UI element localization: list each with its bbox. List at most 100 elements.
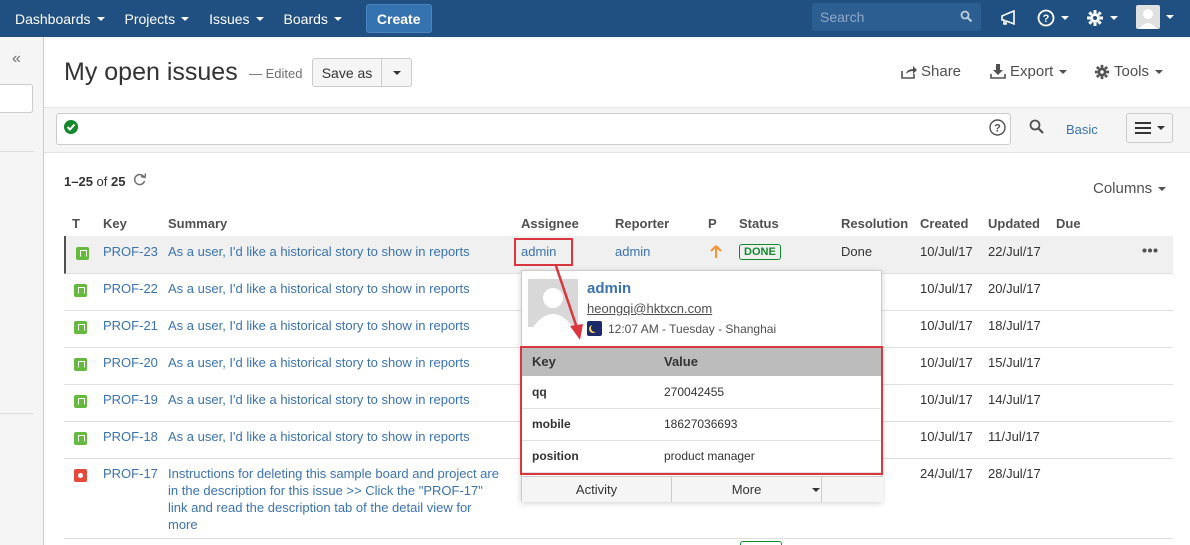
avatar	[1136, 5, 1160, 29]
column-header-status[interactable]: Status	[739, 216, 779, 231]
nav-issues-label: Issues	[209, 10, 250, 27]
updated-value: 11/Jul/17	[988, 429, 1040, 444]
save-as-button[interactable]: Save as	[312, 58, 382, 87]
results-count: 1–25 of 25	[64, 174, 125, 189]
bug-icon	[74, 469, 87, 482]
issue-summary-link[interactable]: As a user, I'd like a historical story t…	[168, 354, 470, 371]
column-header-type[interactable]: T	[72, 216, 80, 231]
column-header-priority[interactable]: P	[708, 216, 717, 231]
created-value: 10/Jul/17	[920, 244, 973, 259]
nav-issues[interactable]: Issues	[199, 0, 273, 37]
property-value: 270042455	[654, 376, 883, 409]
story-icon	[74, 432, 87, 445]
chevron-down-icon	[333, 16, 342, 21]
issue-key-link[interactable]: PROF-18	[103, 429, 158, 444]
issue-summary-link[interactable]: As a user, I'd like a historical story t…	[168, 428, 470, 445]
jql-query-input[interactable]	[56, 113, 1011, 145]
more-actions-icon[interactable]	[1142, 248, 1158, 253]
property-key: qq	[522, 376, 654, 409]
save-as-dropdown-button[interactable]	[381, 58, 412, 87]
column-header-created[interactable]: Created	[920, 216, 968, 231]
created-value: 10/Jul/17	[920, 355, 973, 370]
collapse-sidebar-icon[interactable]: «	[12, 50, 21, 68]
columns-button[interactable]: Columns	[1093, 180, 1167, 197]
user-email-link[interactable]: heongqi@hktxcn.com	[587, 301, 712, 316]
export-icon	[990, 64, 1006, 79]
share-button[interactable]: Share	[901, 63, 961, 80]
nav-dashboards[interactable]: Dashboards	[0, 0, 115, 37]
gear-icon[interactable]	[1086, 6, 1118, 30]
issue-summary-link[interactable]: As a user, I'd like a historical story t…	[168, 391, 470, 408]
count-total: 25	[111, 174, 126, 189]
issue-summary-link[interactable]: Instructions for deleting this sample bo…	[168, 465, 513, 533]
property-value: 18627036693	[654, 408, 883, 441]
issue-key-link[interactable]: PROF-17	[103, 466, 158, 481]
priority-major-icon	[710, 245, 722, 258]
chevron-down-icon	[1158, 186, 1167, 191]
issue-key-link[interactable]: PROF-19	[103, 392, 158, 407]
list-view-icon	[1134, 122, 1151, 134]
updated-value: 14/Jul/17	[988, 392, 1041, 407]
story-icon	[74, 321, 87, 334]
column-header-summary[interactable]: Summary	[168, 216, 227, 231]
help-icon[interactable]: ?	[989, 119, 1006, 136]
layout-switcher-button[interactable]	[1126, 113, 1173, 143]
issue-summary-link[interactable]: As a user, I'd like a historical story t…	[168, 243, 470, 260]
issue-key-link[interactable]: PROF-20	[103, 355, 158, 370]
updated-value: 28/Jul/17	[988, 466, 1041, 481]
story-icon	[74, 395, 87, 408]
basic-search-link[interactable]: Basic	[1066, 122, 1098, 137]
issue-key-link[interactable]: PROF-21	[103, 318, 158, 333]
table-row: position product manager	[522, 440, 883, 473]
chevron-down-icon	[1166, 15, 1174, 19]
issue-summary-link[interactable]: As a user, I'd like a historical story t…	[168, 280, 470, 297]
column-header-assignee[interactable]: Assignee	[521, 216, 579, 231]
column-header-due[interactable]: Due	[1056, 216, 1081, 231]
created-value: 10/Jul/17	[920, 392, 973, 407]
avatar	[528, 279, 578, 327]
column-header-updated[interactable]: Updated	[988, 216, 1040, 231]
columns-label: Columns	[1093, 180, 1153, 197]
tools-button[interactable]: Tools	[1094, 63, 1164, 80]
property-key: position	[522, 440, 654, 473]
table-row[interactable]: PROF-23 As a user, I'd like a historical…	[64, 236, 1173, 274]
column-header-resolution[interactable]: Resolution	[841, 216, 908, 231]
divider	[0, 413, 34, 414]
nav-projects[interactable]: Projects	[115, 0, 200, 37]
issue-key-link[interactable]: PROF-22	[103, 281, 158, 296]
column-header-key[interactable]: Key	[103, 216, 127, 231]
refresh-icon[interactable]	[132, 172, 147, 187]
resolution-value: Done	[841, 244, 873, 259]
megaphone-icon[interactable]	[1000, 6, 1018, 30]
summary-line: in the description for this issue >> Cli…	[168, 483, 483, 498]
issue-summary-link[interactable]: As a user, I'd like a historical story t…	[168, 317, 470, 334]
search-icon[interactable]	[1029, 119, 1044, 134]
moon-icon	[587, 321, 602, 336]
issue-key-link[interactable]: PROF-23	[103, 244, 158, 259]
more-label: More	[731, 482, 762, 497]
column-header-reporter[interactable]: Reporter	[615, 216, 669, 231]
chevron-down-icon	[812, 487, 820, 492]
reporter-link[interactable]: admin	[615, 244, 650, 259]
created-value: 10/Jul/17	[920, 429, 973, 444]
nav-projects-label: Projects	[124, 10, 176, 27]
created-value: 10/Jul/17	[920, 281, 973, 296]
user-name-link[interactable]: admin	[587, 280, 631, 297]
activity-button[interactable]: Activity	[522, 477, 672, 502]
share-icon	[901, 65, 917, 79]
more-button[interactable]: More	[672, 477, 822, 502]
story-icon	[74, 358, 87, 371]
export-button[interactable]: Export	[990, 63, 1068, 80]
global-search-input[interactable]: Search	[812, 3, 981, 31]
sidebar-filter-input[interactable]	[0, 84, 33, 113]
help-icon[interactable]: ?	[1037, 6, 1069, 30]
hover-card-actions: Activity More	[522, 476, 883, 502]
count-prefix: 1–	[64, 174, 79, 189]
table-header-row: Key Value	[522, 347, 883, 376]
property-value: product manager	[654, 440, 883, 473]
nav-boards[interactable]: Boards	[274, 0, 352, 37]
updated-value: 20/Jul/17	[988, 281, 1041, 296]
summary-line: Instructions for deleting this sample bo…	[168, 466, 499, 481]
user-avatar-menu[interactable]	[1136, 4, 1174, 30]
create-button[interactable]: Create	[365, 4, 432, 33]
